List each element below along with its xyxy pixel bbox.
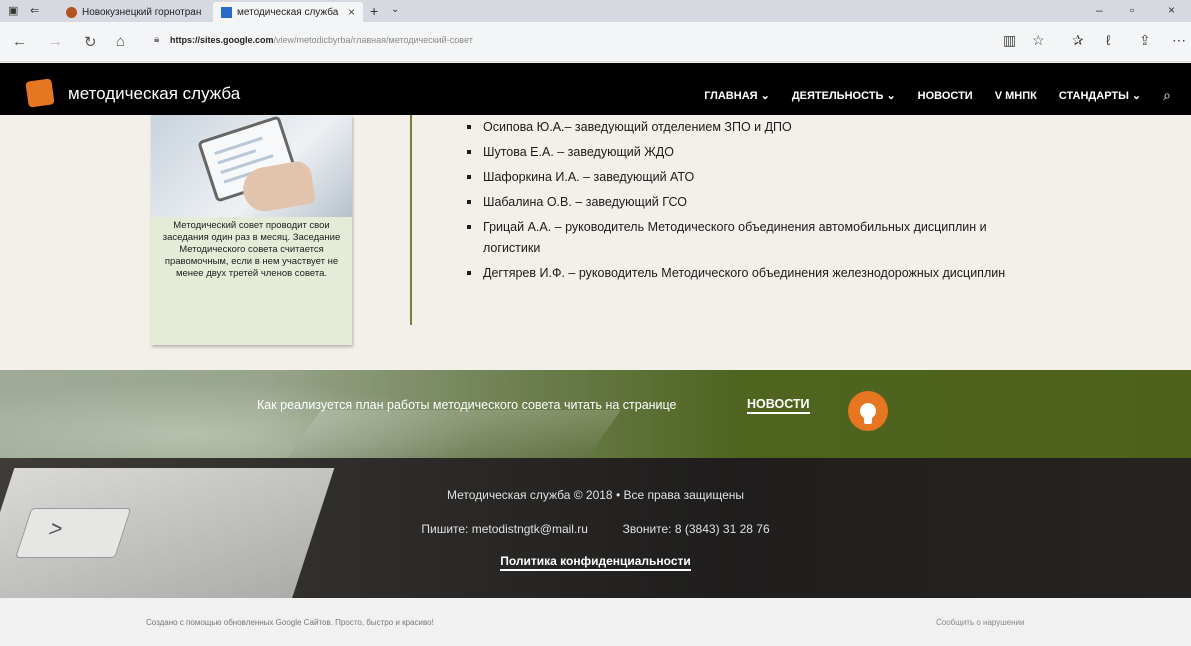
copyright: Методическая служба © 2018 • Все права з… bbox=[447, 488, 744, 502]
main-nav: ГЛАВНАЯ ⌄ ДЕЯТЕЛЬНОСТЬ ⌄ НОВОСТИ V МНПК … bbox=[704, 87, 1171, 104]
created-with-text[interactable]: Создано с помощью обновленных Google Сай… bbox=[146, 618, 434, 627]
tab-title: Новокузнецкий горнотран bbox=[82, 6, 202, 18]
site-header: методическая служба ГЛАВНАЯ ⌄ ДЕЯТЕЛЬНОС… bbox=[0, 63, 1191, 115]
report-abuse-link[interactable]: Сообщить о нарушении bbox=[936, 618, 1024, 627]
privacy-policy-link[interactable]: Политика конфиденциальности bbox=[500, 554, 691, 571]
info-card: Методический совет проводит свои заседан… bbox=[151, 115, 352, 345]
call-label: Звоните: bbox=[622, 522, 672, 536]
write-label: Пишите: bbox=[421, 522, 469, 536]
members-list: Осипова Ю.А.– заведующий отделением ЗПО … bbox=[465, 117, 1025, 288]
lightbulb-icon bbox=[848, 391, 888, 431]
card-description: Методический совет проводит свои заседан… bbox=[162, 220, 341, 279]
browser-tab-2[interactable]: методическая служба × bbox=[213, 2, 363, 22]
web-note-icon[interactable]: ℓ bbox=[1106, 32, 1111, 48]
home-icon[interactable]: ⌂ bbox=[116, 33, 125, 50]
site-logo[interactable] bbox=[25, 78, 55, 108]
site-title[interactable]: методическая служба bbox=[68, 84, 240, 104]
url-field[interactable]: https://sites.google.com/view/metodicbyr… bbox=[170, 35, 473, 45]
favorites-hub-icon[interactable]: ✰ bbox=[1072, 32, 1084, 49]
chevron-down-icon[interactable]: ⌄ bbox=[391, 4, 399, 15]
list-item: Шутова Е.А. – заведующий ЖДО bbox=[465, 142, 1025, 163]
gear-favicon-icon bbox=[66, 6, 77, 18]
back-icon[interactable]: ← bbox=[12, 33, 27, 50]
favorite-star-icon[interactable]: ☆ bbox=[1032, 32, 1045, 49]
url-path: /view/metodicbyrba/главная/методический-… bbox=[273, 35, 473, 45]
nav-item-home[interactable]: ГЛАВНАЯ ⌄ bbox=[704, 89, 770, 102]
tab-title: методическая служба bbox=[237, 6, 339, 18]
refresh-icon[interactable]: ↻ bbox=[84, 33, 97, 51]
reading-view-icon[interactable]: ▥ bbox=[1003, 32, 1016, 49]
nav-item-news[interactable]: НОВОСТИ bbox=[918, 90, 973, 102]
banner-text: Как реализуется план работы методическог… bbox=[257, 398, 677, 412]
set-aside-tabs-icon[interactable]: ⇐ bbox=[30, 4, 39, 17]
new-tab-icon[interactable]: + bbox=[370, 3, 378, 19]
list-item: Грицай А.А. – руководитель Методического… bbox=[465, 217, 1025, 259]
share-icon[interactable]: ⇪ bbox=[1139, 32, 1151, 49]
site-footer: > Методическая служба © 2018 • Все права… bbox=[0, 458, 1191, 598]
main-content: Методический совет проводит свои заседан… bbox=[0, 115, 1191, 370]
search-icon[interactable]: ⌕ bbox=[1163, 87, 1171, 104]
contacts: Пишите: metodistngtk@mail.ru Звоните: 8 … bbox=[0, 522, 1191, 536]
list-item: Осипова Ю.А.– заведующий отделением ЗПО … bbox=[465, 117, 1025, 138]
phone-number: 8 (3843) 31 28 76 bbox=[674, 522, 770, 536]
tablet-photo bbox=[151, 115, 352, 217]
nav-item-standards[interactable]: СТАНДАРТЫ ⌄ bbox=[1059, 89, 1141, 102]
browser-tab-strip: ▣ ⇐ Новокузнецкий горнотран методическая… bbox=[0, 0, 1191, 22]
news-link[interactable]: НОВОСТИ bbox=[747, 397, 810, 414]
nav-item-activity[interactable]: ДЕЯТЕЛЬНОСТЬ ⌄ bbox=[792, 89, 896, 102]
list-item: Шабалина О.В. – заведующий ГСО bbox=[465, 192, 1025, 213]
google-sites-bar: Создано с помощью обновленных Google Сай… bbox=[0, 598, 1191, 646]
sites-favicon-icon bbox=[221, 6, 232, 18]
address-bar: ← → ↻ ⌂ 🔒︎ https://sites.google.com/view… bbox=[0, 22, 1191, 62]
more-icon[interactable]: ⋯ bbox=[1172, 32, 1186, 49]
forward-icon[interactable]: → bbox=[48, 33, 63, 50]
divider bbox=[410, 115, 412, 325]
url-host: https://sites.google.com bbox=[170, 35, 274, 45]
news-banner: Как реализуется план работы методическог… bbox=[0, 370, 1191, 458]
maximize-icon[interactable]: ▫ bbox=[1130, 3, 1134, 17]
window-close-icon[interactable]: × bbox=[1168, 3, 1175, 17]
lock-icon: 🔒︎ bbox=[154, 34, 160, 45]
nav-item-conference[interactable]: V МНПК bbox=[995, 90, 1037, 102]
list-item: Дегтярев И.Ф. – руководитель Методическо… bbox=[465, 263, 1025, 284]
close-icon[interactable]: × bbox=[348, 5, 355, 19]
email-link[interactable]: metodistngtk@mail.ru bbox=[472, 522, 588, 536]
minimize-icon[interactable]: – bbox=[1096, 3, 1103, 17]
list-item: Шафоркина И.А. – заведующий АТО bbox=[465, 167, 1025, 188]
browser-tab-1[interactable]: Новокузнецкий горнотран bbox=[58, 2, 210, 22]
tab-actions-icon[interactable]: ▣ bbox=[8, 4, 18, 17]
